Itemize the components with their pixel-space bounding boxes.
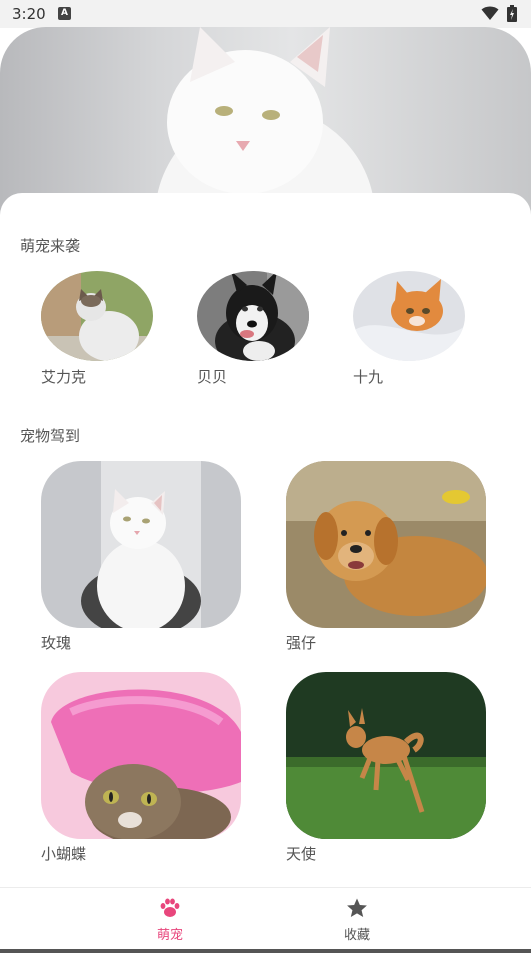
star-icon <box>347 898 367 918</box>
grid-section-title: 宠物驾到 <box>20 427 81 445</box>
pet-card[interactable]: 天使 <box>286 672 486 864</box>
featured-pet[interactable]: 十九 <box>353 271 465 387</box>
notification-a-icon: A <box>58 7 71 20</box>
pet-card[interactable]: 强仔 <box>286 461 486 653</box>
pet-name: 艾力克 <box>41 368 87 386</box>
pet-photo[interactable] <box>353 271 465 361</box>
nav-tab-pets[interactable]: 萌宠 <box>130 898 210 943</box>
featured-section-title: 萌宠来袭 <box>20 237 81 255</box>
pet-name: 贝贝 <box>197 368 228 386</box>
status-time: 3:20 <box>12 5 46 23</box>
pet-photo[interactable] <box>41 461 241 628</box>
pet-name: 强仔 <box>286 634 317 652</box>
pet-name: 天使 <box>286 845 317 863</box>
nav-label: 萌宠 <box>156 928 183 943</box>
featured-pet[interactable]: 贝贝 <box>197 271 309 387</box>
system-nav-bar <box>0 949 531 953</box>
status-bar: 3:20 A <box>0 0 531 28</box>
pet-name: 玫瑰 <box>41 634 72 652</box>
nav-tab-favorites[interactable]: 收藏 <box>317 898 397 943</box>
pet-name: 小蝴蝶 <box>41 845 87 863</box>
bottom-navigation: 萌宠 收藏 <box>0 887 531 950</box>
pet-name: 十九 <box>353 368 384 386</box>
pet-photo[interactable] <box>41 271 153 361</box>
paw-icon <box>160 898 180 917</box>
pet-photo[interactable] <box>41 672 241 839</box>
nav-label: 收藏 <box>343 928 370 943</box>
pet-card[interactable]: 玫瑰 <box>41 461 241 653</box>
battery-icon <box>507 5 517 22</box>
featured-pet[interactable]: 艾力克 <box>41 271 153 387</box>
pet-card[interactable]: 小蝴蝶 <box>41 672 241 864</box>
pet-photo[interactable] <box>197 271 309 361</box>
pet-photo[interactable] <box>286 672 486 839</box>
wifi-icon <box>481 6 499 20</box>
pet-photo[interactable] <box>286 461 486 628</box>
